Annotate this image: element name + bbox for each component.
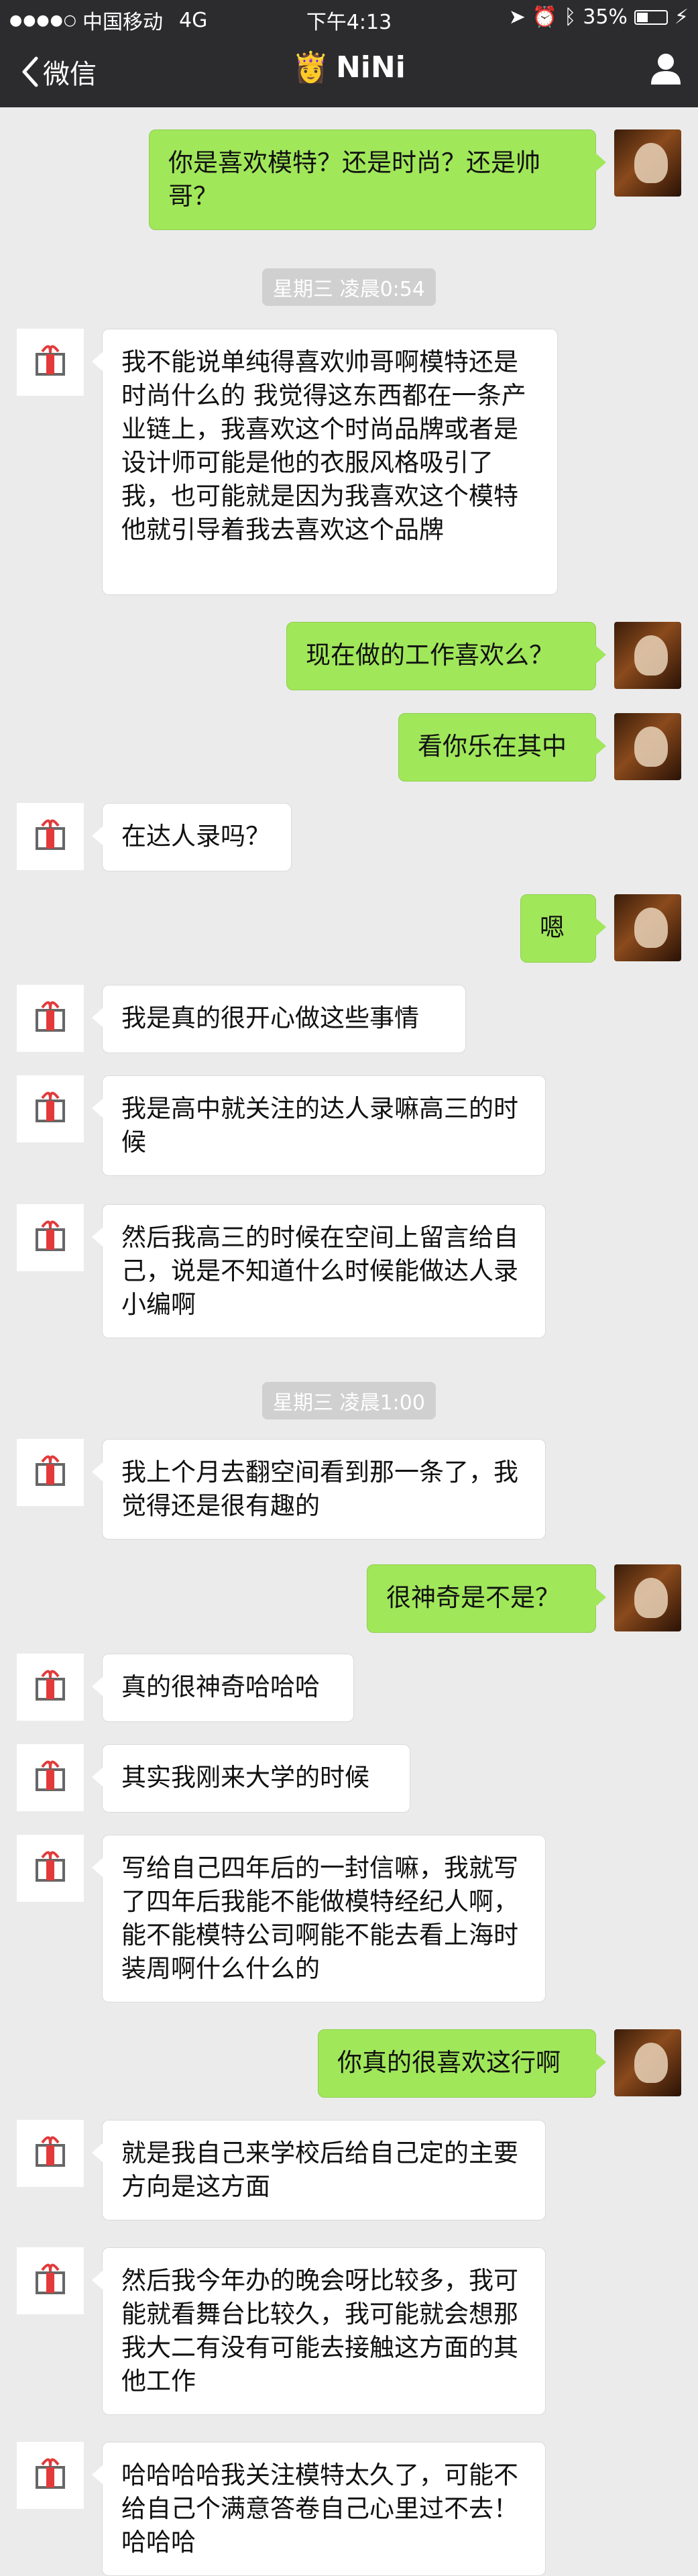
gift-box-icon bbox=[17, 2442, 84, 2509]
outgoing-message-bubble[interactable]: 你是喜欢模特？还是时尚？还是帅哥？ bbox=[149, 129, 606, 230]
princess-emoji: 👸 bbox=[292, 50, 329, 85]
incoming-message-bubble[interactable]: 写给自己四年后的一封信嘛，我就写了四年后我能不能做模特经纪人啊，能不能模特公司啊… bbox=[92, 1835, 546, 2002]
contact-avatar[interactable] bbox=[17, 1439, 84, 1506]
incoming-message-bubble[interactable]: 就是我自己来学校后给自己定的主要方向是这方面 bbox=[92, 2120, 546, 2220]
gift-box-icon bbox=[17, 2247, 84, 2314]
outgoing-message-bubble[interactable]: 很神奇是不是？ bbox=[367, 1564, 606, 1633]
status-bar: ●●●●○ 中国移动 4G 下午4:13 ➤ ⏰ ᛒ 35% ⚡ bbox=[0, 0, 698, 35]
contact-avatar[interactable] bbox=[17, 1835, 84, 1902]
alarm-icon: ⏰ bbox=[532, 5, 558, 29]
message-row: 写给自己四年后的一封信嘛，我就写了四年后我能不能做模特经纪人啊，能不能模特公司啊… bbox=[0, 1835, 698, 2002]
contact-avatar[interactable] bbox=[17, 1204, 84, 1271]
message-row: 在达人录吗？ bbox=[0, 803, 698, 871]
timestamp-divider: 星期三 凌晨1:00 bbox=[0, 1382, 698, 1419]
incoming-message-bubble[interactable]: 哈哈哈哈我关注模特太久了，可能不给自己个满意答卷自己心里过不去！哈哈哈 bbox=[92, 2442, 546, 2576]
contact-avatar[interactable] bbox=[17, 1075, 84, 1142]
bluetooth-icon: ᛒ bbox=[564, 5, 577, 29]
message-row: 就是我自己来学校后给自己定的主要方向是这方面 bbox=[0, 2120, 698, 2220]
message-row: 看你乐在其中 bbox=[0, 713, 698, 782]
gift-box-icon bbox=[17, 1439, 84, 1506]
gift-box-icon bbox=[17, 1654, 84, 1721]
message-row: 真的很神奇哈哈哈 bbox=[0, 1654, 698, 1722]
message-row: 然后我今年办的晚会呀比较多，我可能就看舞台比较久，我可能就会想那我大二有没有可能… bbox=[0, 2247, 698, 2415]
outgoing-message-bubble[interactable]: 现在做的工作喜欢么？ bbox=[286, 622, 606, 690]
contact-avatar[interactable] bbox=[17, 2120, 84, 2187]
chat-title-text: NiNi bbox=[335, 50, 406, 85]
chat-title: 👸 NiNi bbox=[0, 50, 698, 85]
contact-avatar[interactable] bbox=[17, 985, 84, 1052]
gift-box-icon bbox=[17, 329, 84, 396]
contact-avatar[interactable] bbox=[17, 1744, 84, 1811]
battery-percent: 35% bbox=[583, 5, 628, 29]
timestamp-label: 星期三 凌晨0:54 bbox=[262, 268, 436, 306]
incoming-message-bubble[interactable]: 真的很神奇哈哈哈 bbox=[92, 1654, 354, 1722]
gift-box-icon bbox=[17, 1744, 84, 1811]
charging-icon: ⚡ bbox=[674, 5, 689, 29]
timestamp-divider: 星期三 凌晨0:54 bbox=[0, 268, 698, 306]
incoming-message-bubble[interactable]: 我是高中就关注的达人录嘛高三的时候 bbox=[92, 1075, 546, 1176]
my-avatar[interactable] bbox=[614, 2029, 681, 2096]
outgoing-message-bubble[interactable]: 看你乐在其中 bbox=[398, 713, 606, 782]
contact-avatar[interactable] bbox=[17, 803, 84, 870]
message-row: 你真的很喜欢这行啊 bbox=[0, 2029, 698, 2098]
message-row: 现在做的工作喜欢么？ bbox=[0, 622, 698, 690]
incoming-message-bubble[interactable]: 我是真的很开心做这些事情 bbox=[92, 985, 466, 1053]
incoming-message-bubble[interactable]: 然后我今年办的晚会呀比较多，我可能就看舞台比较久，我可能就会想那我大二有没有可能… bbox=[92, 2247, 546, 2415]
profile-button[interactable] bbox=[648, 51, 683, 89]
my-avatar[interactable] bbox=[614, 713, 681, 780]
contact-avatar[interactable] bbox=[17, 2247, 84, 2314]
incoming-message-bubble[interactable]: 在达人录吗？ bbox=[92, 803, 292, 871]
my-avatar[interactable] bbox=[614, 894, 681, 961]
contact-avatar[interactable] bbox=[17, 329, 84, 396]
my-avatar[interactable] bbox=[614, 622, 681, 689]
message-row: 你是喜欢模特？还是时尚？还是帅哥？ bbox=[0, 129, 698, 230]
location-icon: ➤ bbox=[508, 5, 526, 29]
contact-avatar[interactable] bbox=[17, 2442, 84, 2509]
outgoing-message-bubble[interactable]: 你真的很喜欢这行啊 bbox=[318, 2029, 606, 2098]
message-row: 然后我高三的时候在空间上留言给自己，说是不知道什么时候能做达人录小编啊 bbox=[0, 1204, 698, 1338]
outgoing-message-bubble[interactable]: 嗯 bbox=[520, 894, 606, 963]
message-row: 我上个月去翻空间看到那一条了，我觉得还是很有趣的 bbox=[0, 1439, 698, 1540]
gift-box-icon bbox=[17, 803, 84, 870]
gift-box-icon bbox=[17, 2120, 84, 2187]
timestamp-label: 星期三 凌晨1:00 bbox=[262, 1382, 436, 1419]
incoming-message-bubble[interactable]: 我上个月去翻空间看到那一条了，我觉得还是很有趣的 bbox=[92, 1439, 546, 1540]
incoming-message-bubble[interactable]: 我不能说单纯得喜欢帅哥啊模特还是时尚什么的 我觉得这东西都在一条产业链上，我喜欢… bbox=[92, 329, 558, 595]
contact-avatar[interactable] bbox=[17, 1654, 84, 1721]
my-avatar[interactable] bbox=[614, 1564, 681, 1631]
gift-box-icon bbox=[17, 985, 84, 1052]
my-avatar[interactable] bbox=[614, 129, 681, 197]
person-icon bbox=[651, 54, 681, 85]
incoming-message-bubble[interactable]: 然后我高三的时候在空间上留言给自己，说是不知道什么时候能做达人录小编啊 bbox=[92, 1204, 546, 1338]
status-right: ➤ ⏰ ᛒ 35% ⚡ bbox=[509, 5, 689, 29]
incoming-message-bubble[interactable]: 其实我刚来大学的时候 bbox=[92, 1744, 410, 1813]
battery-icon bbox=[634, 9, 668, 25]
message-row: 我是高中就关注的达人录嘛高三的时候 bbox=[0, 1075, 698, 1176]
message-row: 我不能说单纯得喜欢帅哥啊模特还是时尚什么的 我觉得这东西都在一条产业链上，我喜欢… bbox=[0, 329, 698, 595]
gift-box-icon bbox=[17, 1075, 84, 1142]
message-row: 很神奇是不是？ bbox=[0, 1564, 698, 1633]
message-row: 我是真的很开心做这些事情 bbox=[0, 985, 698, 1053]
message-row: 哈哈哈哈我关注模特太久了，可能不给自己个满意答卷自己心里过不去！哈哈哈 bbox=[0, 2442, 698, 2576]
gift-box-icon bbox=[17, 1204, 84, 1271]
message-row: 其实我刚来大学的时候 bbox=[0, 1744, 698, 1813]
message-row: 嗯 bbox=[0, 894, 698, 963]
chat-header: 微信 👸 NiNi bbox=[0, 35, 698, 107]
gift-box-icon bbox=[17, 1835, 84, 1902]
